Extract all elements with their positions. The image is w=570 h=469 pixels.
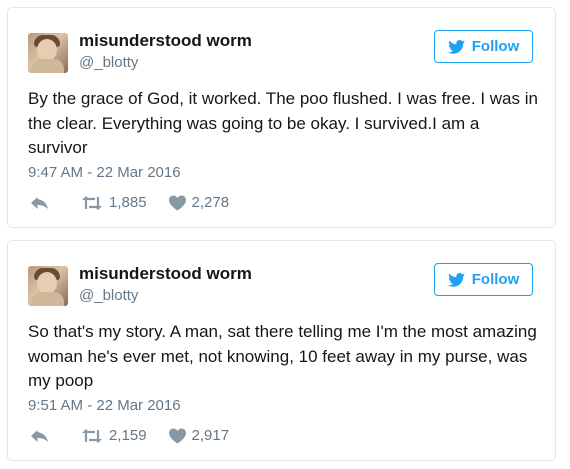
follow-label: Follow xyxy=(471,271,520,288)
avatar[interactable] xyxy=(28,266,68,306)
tweet-card: misunderstood worm @_blotty Follow By th… xyxy=(7,7,556,228)
tweet-card: misunderstood worm @_blotty Follow So th… xyxy=(7,240,556,461)
retweet-icon xyxy=(82,428,102,443)
twitter-bird-icon xyxy=(447,39,465,54)
like-count: 2,917 xyxy=(191,427,230,444)
like-count: 2,278 xyxy=(191,194,230,211)
tweet-actions: 1,885 2,278 xyxy=(30,194,251,211)
twitter-bird-icon xyxy=(447,272,465,287)
user-handle[interactable]: @_blotty xyxy=(79,287,138,304)
retweet-icon xyxy=(82,195,102,210)
follow-label: Follow xyxy=(471,38,520,55)
retweet-count: 1,885 xyxy=(109,194,147,211)
like-button[interactable]: 2,917 xyxy=(168,427,230,444)
retweet-button[interactable]: 2,159 xyxy=(81,427,147,444)
tweet-timestamp[interactable]: 9:51 AM - 22 Mar 2016 xyxy=(28,397,181,414)
follow-button[interactable]: Follow xyxy=(434,263,533,296)
user-name[interactable]: misunderstood worm xyxy=(79,264,252,284)
like-button[interactable]: 2,278 xyxy=(168,194,230,211)
user-name[interactable]: misunderstood worm xyxy=(79,31,252,51)
tweet-actions: 2,159 2,917 xyxy=(30,427,251,444)
avatar[interactable] xyxy=(28,33,68,73)
reply-button[interactable] xyxy=(30,428,56,444)
tweet-text: So that's my story. A man, sat there tel… xyxy=(28,322,537,390)
retweet-button[interactable]: 1,885 xyxy=(81,194,147,211)
heart-icon xyxy=(168,427,186,444)
heart-icon xyxy=(168,194,186,211)
user-handle[interactable]: @_blotty xyxy=(79,54,138,71)
follow-button[interactable]: Follow xyxy=(434,30,533,63)
tweet-timestamp[interactable]: 9:47 AM - 22 Mar 2016 xyxy=(28,164,181,181)
reply-button[interactable] xyxy=(30,195,56,211)
reply-icon xyxy=(31,196,48,209)
reply-icon xyxy=(31,429,48,442)
retweet-count: 2,159 xyxy=(109,427,147,444)
tweet-text: By the grace of God, it worked. The poo … xyxy=(28,89,538,157)
